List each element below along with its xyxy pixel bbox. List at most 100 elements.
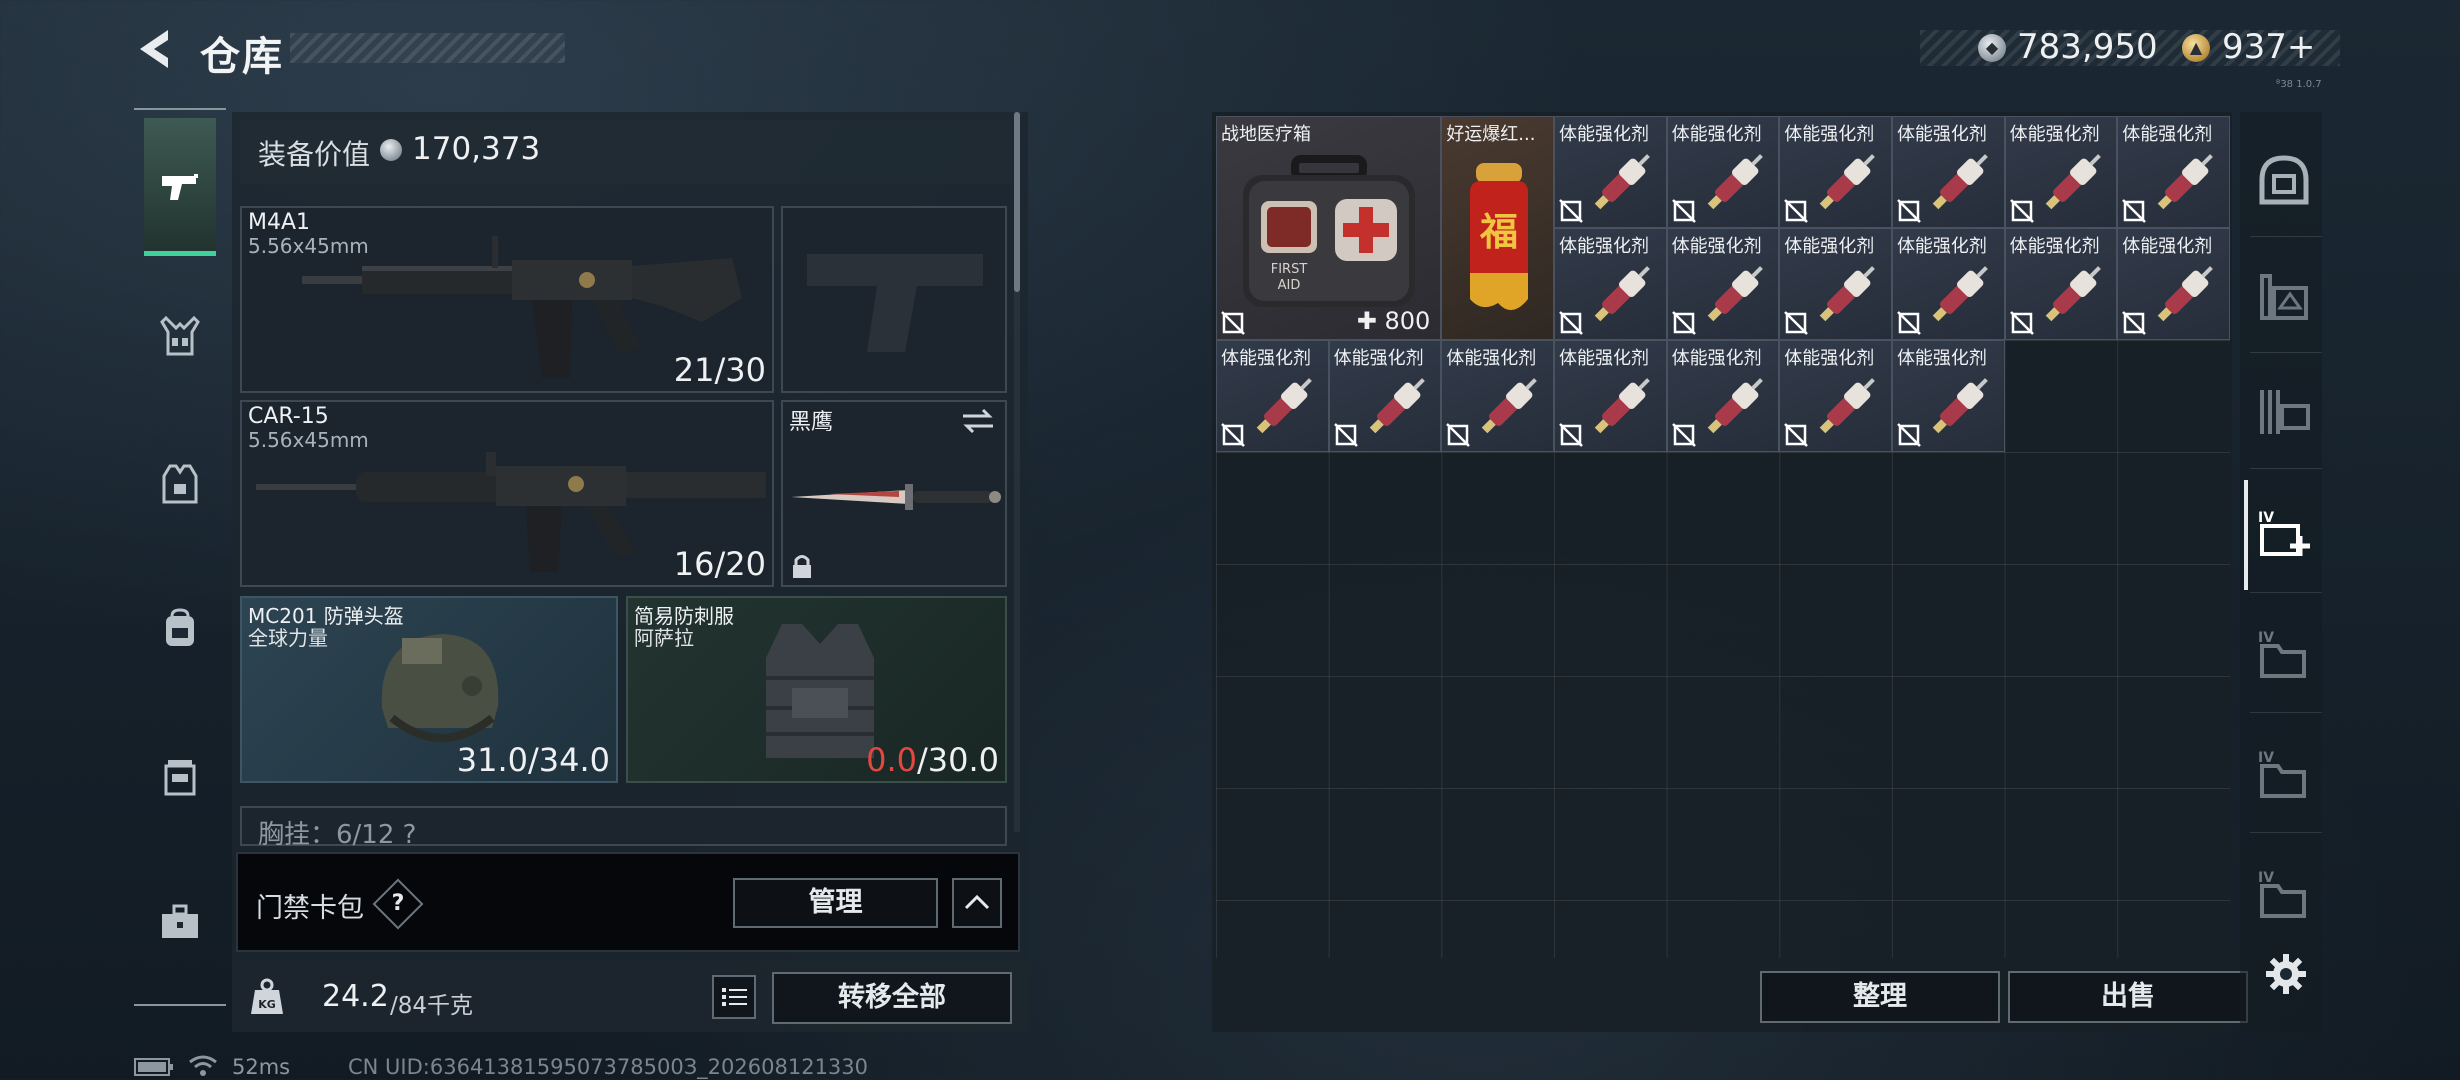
item-name: 战地医疗箱 (1221, 124, 1311, 145)
no-trade-icon (1897, 423, 1921, 447)
storage-item-stim[interactable]: 体能强化剂 (1666, 340, 1780, 452)
chest-rig-label: 胸挂：6/12 ? (258, 820, 417, 850)
swap-icon[interactable] (961, 408, 995, 434)
syringe-image (1482, 378, 1538, 434)
storage-item-stim[interactable]: 体能强化剂 (2004, 116, 2118, 228)
no-trade-icon (1221, 423, 1245, 447)
storage-item-stim[interactable]: 体能强化剂 (1553, 116, 1667, 228)
syringe-image (2045, 266, 2101, 322)
armor-durability: 0.0/30.0 (866, 741, 999, 779)
tab-divider (2250, 236, 2322, 237)
equipment-value-label: 装备价值 (258, 138, 371, 171)
sidearm-slot[interactable] (781, 206, 1007, 393)
back-button[interactable] (132, 26, 178, 72)
chest-rig-icon[interactable] (158, 314, 202, 358)
storage-ext-icon[interactable] (2256, 268, 2312, 324)
melee-name: 黑鹰 (789, 410, 834, 435)
storage-rack-icon[interactable] (2256, 384, 2312, 440)
svg-text:IV: IV (2258, 630, 2274, 646)
storage-item-stim[interactable]: 体能强化剂 (1666, 228, 1780, 340)
storage-folder-icon[interactable]: IV (2256, 866, 2312, 922)
storage-item-firecracker[interactable]: 好运爆红... 福 (1441, 116, 1554, 340)
helmet-slot[interactable]: MC201 防弹头盔 全球力量 31.0/34.0 (240, 596, 618, 783)
knife-image (791, 484, 1001, 510)
storage-item-stim[interactable]: 体能强化剂 (2004, 228, 2118, 340)
syringe-image (1819, 266, 1876, 322)
storage-item-stim[interactable]: 体能强化剂 (1441, 340, 1554, 452)
armor-slot[interactable]: 简易防刺服 阿萨拉 0.0/30.0 (626, 596, 1007, 783)
back-arrow-icon (140, 30, 168, 68)
medkit-capacity: ✚ 800 (1356, 307, 1431, 335)
loadout-scrollbar-thumb[interactable] (1014, 112, 1020, 292)
active-tab-indicator (2244, 480, 2248, 590)
storage-item-medkit[interactable]: 战地医疗箱 FIRST AID ✚ 800 (1216, 116, 1442, 340)
safe-box-icon[interactable] (2256, 152, 2312, 208)
no-trade-icon (2122, 311, 2147, 335)
pistol-icon[interactable] (158, 166, 202, 210)
weight-max: /84千克 (390, 993, 474, 1019)
svg-text:IV: IV (2258, 510, 2274, 526)
svg-text:IV: IV (2258, 870, 2274, 886)
medical-storage-icon[interactable]: IV (2256, 506, 2312, 562)
syringe-image (1819, 378, 1876, 434)
storage-item-stim[interactable]: 体能强化剂 (1553, 228, 1667, 340)
storage-item-stim[interactable]: 体能强化剂 (1666, 116, 1780, 228)
storage-item-stim[interactable]: 体能强化剂 (2117, 228, 2230, 340)
no-trade-icon (1559, 423, 1583, 447)
storage-item-stim[interactable]: 体能强化剂 (1553, 340, 1667, 452)
equipment-value: 170,373 (412, 131, 541, 167)
storage-item-stim[interactable]: 体能强化剂 (1779, 228, 1892, 340)
ping-label: 52ms (232, 1055, 291, 1079)
storage-folder-icon[interactable]: IV (2256, 626, 2312, 682)
sell-button[interactable]: 出售 (2008, 971, 2248, 1023)
silver-coin-icon: ◆ (1978, 34, 2006, 62)
syringe-image (1707, 154, 1763, 210)
storage-item-stim[interactable]: 体能强化剂 (1891, 116, 2005, 228)
collapse-button[interactable] (952, 878, 1002, 928)
tab-divider (2250, 832, 2322, 833)
gear-icon[interactable] (2264, 952, 2308, 996)
sort-button[interactable]: 整理 (1760, 971, 2000, 1023)
storage-folder-icon[interactable]: IV (2256, 746, 2312, 802)
manage-button[interactable]: 管理 (733, 878, 938, 928)
gold-balance[interactable]: 937+ (2222, 27, 2315, 67)
firecracker-image: 福 (1470, 163, 1529, 311)
no-trade-icon (1784, 199, 1809, 223)
list-view-button[interactable] (712, 975, 756, 1019)
no-trade-icon (1671, 423, 1696, 447)
syringe-image (2157, 154, 2214, 210)
syringe-image (1819, 154, 1876, 210)
storage-item-stim[interactable]: 体能强化剂 (1891, 340, 2005, 452)
no-trade-icon (1446, 423, 1471, 447)
syringe-image (1594, 266, 1650, 322)
help-icon[interactable]: ? (380, 886, 416, 922)
primary-weapon-slot[interactable]: M4A1 5.56x45mm 21/30 (240, 206, 774, 393)
svg-text:AID: AID (1278, 278, 1301, 293)
no-trade-icon (1221, 311, 1245, 335)
backpack-icon[interactable] (158, 606, 202, 650)
armor-vest-icon[interactable] (158, 462, 202, 506)
storage-item-stim[interactable]: 体能强化剂 (2117, 116, 2230, 228)
secondary-weapon-slot[interactable]: CAR-15 5.56x45mm 16/20 (240, 400, 774, 587)
syringe-image (1932, 266, 1988, 322)
syringe-image (1256, 378, 1312, 434)
storage-item-stim[interactable]: 体能强化剂 (1779, 340, 1892, 452)
storage-item-stim[interactable]: 体能强化剂 (1328, 340, 1442, 452)
storage-item-stim[interactable]: 体能强化剂 (1891, 228, 2005, 340)
tab-divider (2250, 712, 2322, 713)
transfer-all-button[interactable]: 转移全部 (772, 972, 1012, 1024)
helmet-maker: 全球力量 (248, 626, 328, 650)
storage-item-stim[interactable]: 体能强化剂 (1216, 340, 1329, 452)
chevron-up-icon (964, 894, 990, 910)
no-trade-icon (2122, 199, 2147, 223)
no-trade-icon (1784, 311, 1809, 335)
pouch-icon[interactable] (158, 754, 202, 798)
ammo-count: 21/30 (673, 351, 766, 389)
storage-item-stim[interactable]: 体能强化剂 (1779, 116, 1892, 228)
storage-grid[interactable]: 战地医疗箱 FIRST AID ✚ 800 好运爆红... 福 体能强化剂 体能… (1216, 116, 2230, 958)
melee-slot[interactable]: 黑鹰 (781, 400, 1007, 587)
helmet-durability: 31.0/34.0 (456, 741, 610, 779)
briefcase-icon[interactable] (158, 900, 202, 944)
item-name: 好运爆红... (1446, 124, 1536, 145)
no-trade-icon (1333, 423, 1358, 447)
